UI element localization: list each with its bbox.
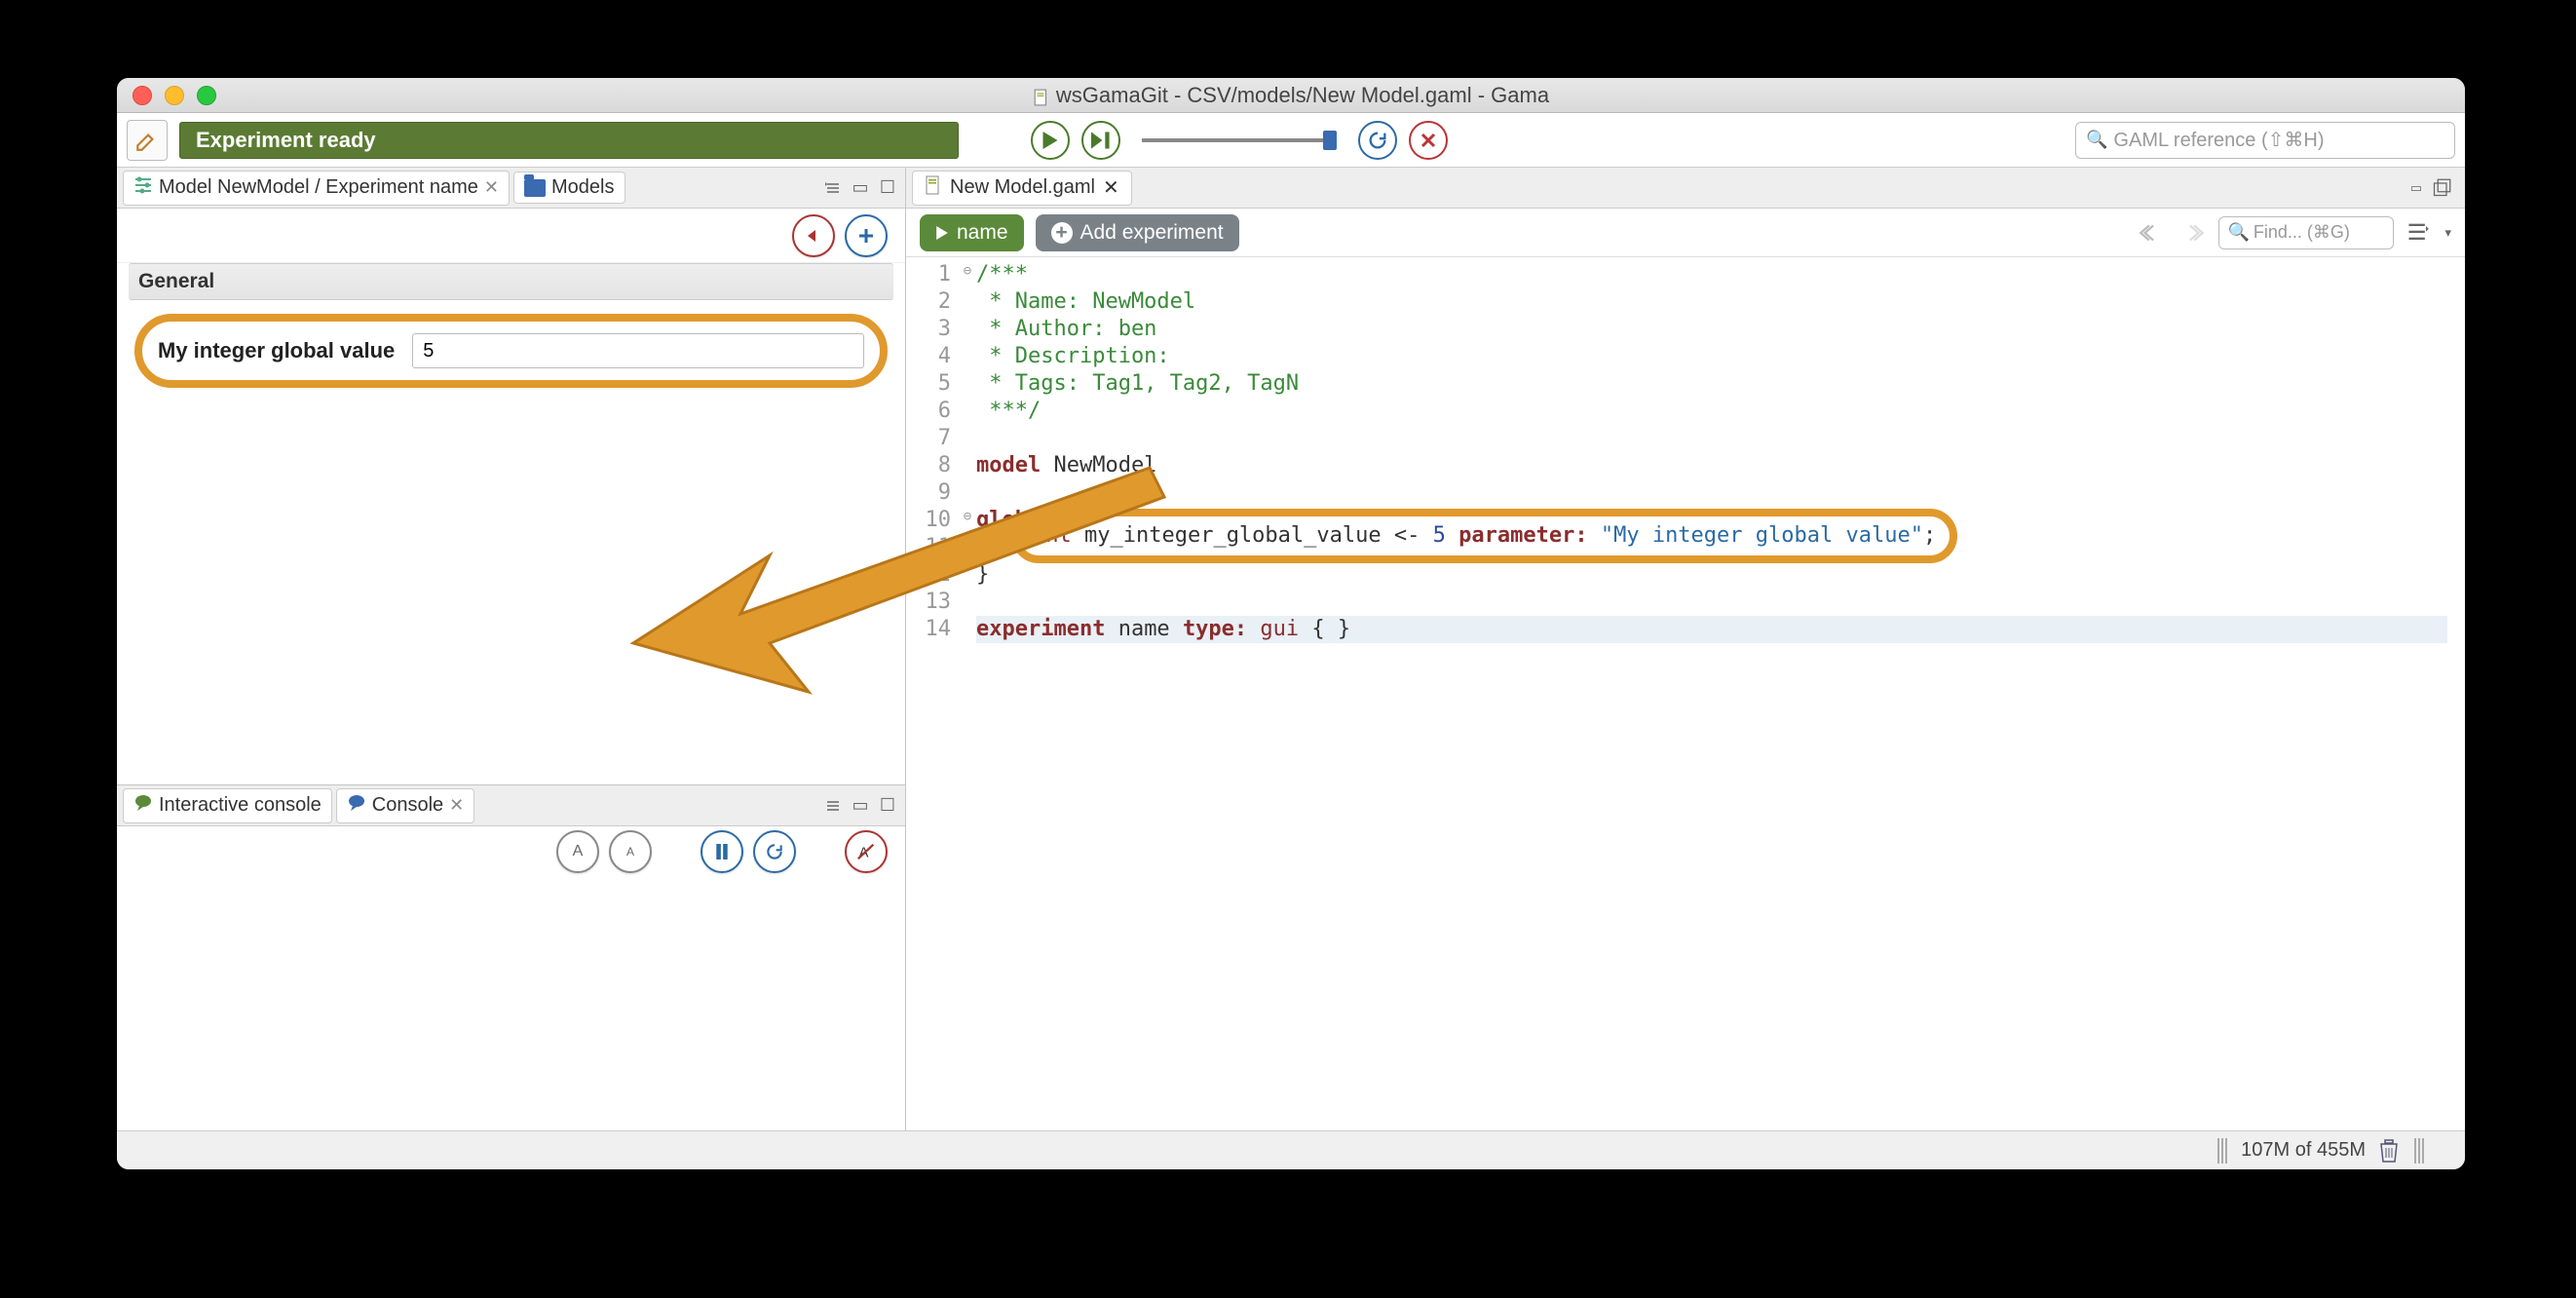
stop-button[interactable] [1409, 121, 1448, 160]
document-icon [1033, 87, 1050, 104]
edit-mode-button[interactable] [127, 120, 168, 161]
collapse-icon[interactable] [821, 176, 845, 200]
experiment-status: Experiment ready [179, 122, 959, 159]
dropdown-caret-icon[interactable]: ▾ [2444, 225, 2451, 241]
status-footer: 107M of 455M [117, 1130, 2465, 1169]
code-editor[interactable]: 1 2 3 4 5 6 7 8 9 10 11 12 13 14 ⊖⊖ [906, 257, 2465, 1130]
grip-icon[interactable] [2414, 1138, 2426, 1164]
minimize-icon[interactable]: ▭ [849, 176, 872, 200]
console-tabs: Interactive console Console ✕ ▭ ☐ [117, 785, 905, 826]
tab-models-label: Models [551, 176, 614, 199]
restore-panel-icon[interactable] [2430, 176, 2453, 200]
collapse-icon[interactable] [821, 794, 845, 818]
console-output [117, 877, 905, 1130]
speech-bubble-icon [347, 793, 366, 819]
content-area: Model NewModel / Experiment name ✕ Model… [117, 168, 2465, 1130]
editor-toolbar: name + Add experiment 🔍 Find... (⌘G) [906, 209, 2465, 257]
plus-circle-icon: + [1051, 222, 1073, 244]
console-toolbar: A A A [117, 826, 905, 877]
gaml-search-input[interactable]: 🔍 GAML reference (⇧⌘H) [2075, 122, 2455, 159]
run-button-label: name [957, 221, 1008, 245]
editor-find-input[interactable]: 🔍 Find... (⌘G) [2218, 216, 2394, 249]
file-icon [925, 175, 942, 201]
tab-models[interactable]: Models [513, 172, 625, 204]
editor-options-button[interactable] [2406, 219, 2433, 247]
tab-console[interactable]: Console ✕ [336, 788, 474, 823]
maximize-icon[interactable]: ☐ [876, 176, 899, 200]
main-toolbar: Experiment ready 🔍 GAML reference (⇧⌘H) [117, 113, 2465, 168]
add-button[interactable] [845, 214, 888, 257]
add-experiment-button[interactable]: + Add experiment [1036, 214, 1239, 251]
parameter-row: My integer global value [134, 314, 888, 388]
memory-status: 107M of 455M [2241, 1139, 2366, 1162]
code-text: /*** * Name: NewModel * Author: ben * De… [976, 257, 2465, 643]
left-panel-tabs: Model NewModel / Experiment name ✕ Model… [117, 168, 905, 209]
find-placeholder: Find... (⌘G) [2254, 222, 2350, 243]
sliders-icon [133, 175, 153, 201]
close-icon[interactable]: ✕ [1103, 175, 1119, 200]
trash-icon[interactable] [2377, 1138, 2403, 1164]
reload-button[interactable] [1358, 121, 1397, 160]
search-icon: 🔍 [2227, 222, 2249, 243]
font-increase-button[interactable]: A [556, 830, 599, 873]
slider-thumb-icon[interactable] [1323, 131, 1337, 150]
add-experiment-label: Add experiment [1080, 221, 1224, 245]
pause-console-button[interactable] [701, 830, 743, 873]
search-placeholder: GAML reference (⇧⌘H) [2113, 128, 2324, 152]
close-icon[interactable]: ✕ [484, 177, 499, 198]
tab-console-label: Console [372, 794, 443, 817]
search-icon: 🔍 [2086, 130, 2107, 150]
left-column: Model NewModel / Experiment name ✕ Model… [117, 168, 906, 1130]
speed-slider[interactable] [1142, 138, 1337, 142]
line-gutter: 1 2 3 4 5 6 7 8 9 10 11 12 13 14 [906, 257, 959, 643]
window-title: wsGamaGit - CSV/models/New Model.gaml - … [1056, 83, 1549, 108]
editor-file-tab[interactable]: New Model.gaml ✕ [912, 171, 1132, 206]
tab-experiment[interactable]: Model NewModel / Experiment name ✕ [123, 171, 510, 206]
maximize-icon[interactable]: ☐ [876, 794, 899, 818]
minimize-panel-icon[interactable]: ▭ [2405, 176, 2428, 200]
nav-back-icon[interactable] [2137, 218, 2166, 248]
clear-console-button[interactable]: A [845, 830, 888, 873]
editor-tab-label: New Model.gaml [950, 176, 1095, 199]
grip-icon[interactable] [2217, 1138, 2229, 1164]
tab-experiment-label: Model NewModel / Experiment name [159, 176, 478, 199]
step-button[interactable] [1081, 121, 1120, 160]
play-button[interactable] [1031, 121, 1070, 160]
font-decrease-button[interactable]: A [609, 830, 652, 873]
editor-column: New Model.gaml ✕ ▭ name + Add experiment [906, 168, 2465, 1130]
run-experiment-button[interactable]: name [920, 214, 1024, 251]
console-panel: Interactive console Console ✕ ▭ ☐ [117, 784, 905, 1130]
nav-forward-icon[interactable] [2178, 218, 2207, 248]
param-label: My integer global value [158, 338, 395, 363]
code-callout: int my_integer_global_value <- 5 paramet… [1011, 509, 1957, 563]
tab-interactive-console[interactable]: Interactive console [123, 788, 332, 823]
titlebar: wsGamaGit - CSV/models/New Model.gaml - … [117, 78, 2465, 113]
editor-tabs: New Model.gaml ✕ ▭ [906, 168, 2465, 209]
fold-column: ⊖⊖ [959, 257, 976, 639]
close-icon[interactable]: ✕ [449, 795, 464, 816]
revert-button[interactable] [792, 214, 835, 257]
tab-interactive-label: Interactive console [159, 794, 322, 817]
app-window: wsGamaGit - CSV/models/New Model.gaml - … [117, 78, 2465, 1169]
folder-icon [524, 179, 546, 197]
minimize-icon[interactable]: ▭ [849, 794, 872, 818]
left-panel-toolbar [117, 209, 905, 263]
param-value-input[interactable] [412, 333, 864, 368]
speech-bubble-icon [133, 793, 153, 819]
refresh-console-button[interactable] [753, 830, 796, 873]
section-general: General [129, 263, 893, 300]
